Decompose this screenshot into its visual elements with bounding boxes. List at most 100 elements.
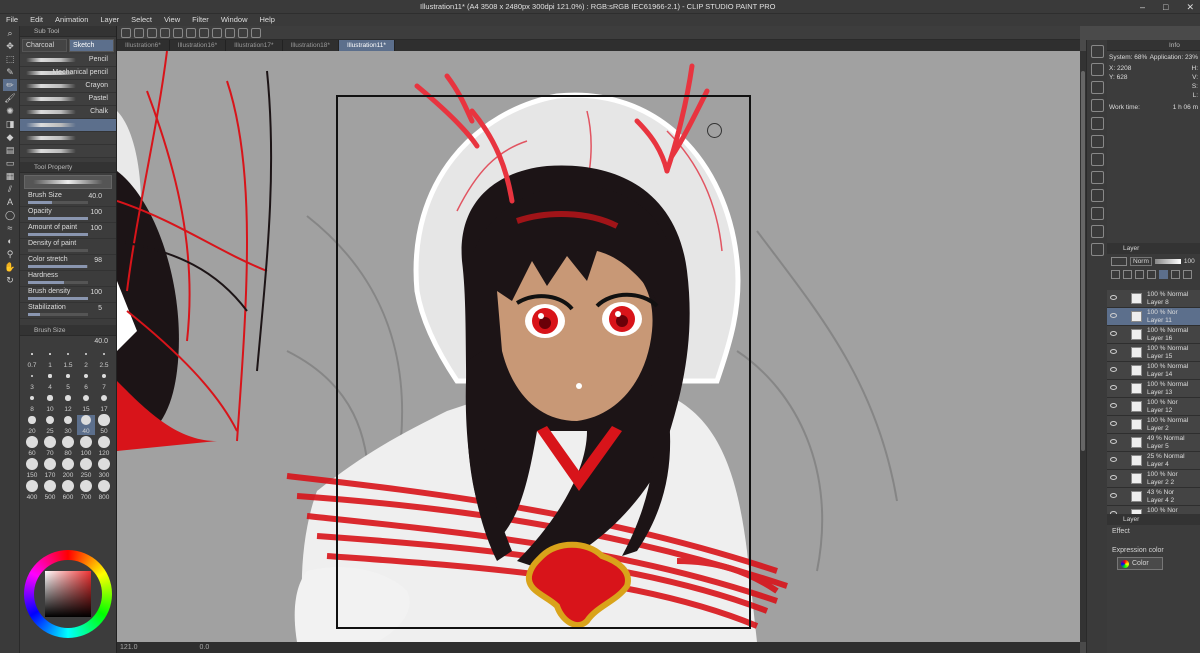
brush-size-preset[interactable]: 150 [23, 458, 41, 479]
brush-size-preset[interactable]: 7 [95, 371, 113, 391]
clip-icon[interactable] [1123, 270, 1132, 279]
color-wheel[interactable] [24, 550, 112, 638]
brush-size-preset[interactable]: 700 [77, 480, 95, 501]
eye-icon[interactable] [1110, 385, 1117, 390]
new-icon[interactable] [121, 27, 131, 38]
menu-select[interactable]: Select [125, 14, 158, 26]
brush-size-preset[interactable]: 120 [95, 436, 113, 457]
invert-selection-icon[interactable] [238, 27, 248, 38]
layer-row[interactable]: 43 % Nor Layer 4 2 [1107, 488, 1200, 506]
brush-size-preset[interactable]: 25 [41, 415, 59, 435]
canvas-area[interactable] [117, 51, 1080, 642]
property-slider[interactable] [28, 249, 88, 252]
brush-size-preset[interactable]: 0.7 [23, 349, 41, 369]
save-icon[interactable] [147, 27, 157, 38]
brush-size-preset[interactable]: 170 [41, 458, 59, 479]
blend-mode-select[interactable]: Norm [1130, 257, 1152, 266]
reference-icon[interactable] [1135, 270, 1144, 279]
brush-size-preset[interactable]: 800 [95, 480, 113, 501]
property-value[interactable]: 98 [94, 257, 102, 264]
brush-size-preset[interactable]: 600 [59, 480, 77, 501]
layer-row[interactable]: 100 % Normal Layer 13 [1107, 380, 1200, 398]
brush-item[interactable] [20, 132, 116, 145]
close-icon[interactable]: ✕ [1186, 2, 1194, 13]
eye-icon[interactable] [1110, 439, 1117, 444]
open-icon[interactable] [134, 27, 144, 38]
document-tab[interactable]: Illustration11* [338, 40, 395, 51]
brush-size-preset[interactable]: 500 [41, 480, 59, 501]
rotation-value[interactable]: 0.0 [199, 644, 209, 651]
zoom-value[interactable]: 121.0 [120, 644, 138, 651]
menu-edit[interactable]: Edit [24, 14, 49, 26]
menu-layer[interactable]: Layer [94, 14, 125, 26]
layer-opacity-value[interactable]: 100 [1184, 258, 1195, 265]
eye-icon[interactable] [1110, 493, 1117, 498]
layer-row[interactable]: 100 % Normal Layer 15 [1107, 344, 1200, 362]
move-icon[interactable]: ✥ [3, 40, 17, 52]
brush-size-preset[interactable]: 40 [77, 414, 95, 435]
brush-item[interactable] [20, 119, 116, 132]
expression-color-select[interactable]: Color [1117, 557, 1163, 570]
menu-file[interactable]: File [0, 14, 24, 26]
layer-row[interactable]: 100 % Normal Layer 16 [1107, 326, 1200, 344]
zoom-icon[interactable]: ⌕ [3, 27, 17, 39]
eye-icon[interactable] [1110, 475, 1117, 480]
brush-size-preset[interactable]: 60 [23, 436, 41, 457]
property-slider[interactable] [28, 217, 88, 220]
layer-row[interactable]: 100 % Normal Layer 2 [1107, 416, 1200, 434]
brush-size-preset[interactable]: 3 [23, 371, 41, 391]
property-row[interactable]: Amount of paint 100 [20, 223, 116, 239]
color-history-icon[interactable] [1091, 117, 1104, 130]
fill-icon[interactable]: ◆ [3, 131, 17, 143]
layer-row[interactable]: 100 % Nor Layer 11 [1107, 308, 1200, 326]
new-layer-icon[interactable] [1171, 270, 1180, 279]
brush-size-preset[interactable]: 50 [95, 414, 113, 435]
layer-row[interactable]: 100 % Nor Layer 2 2 [1107, 470, 1200, 488]
brush-item[interactable] [20, 145, 116, 158]
info-icon[interactable] [1091, 63, 1104, 76]
brush-size-preset[interactable]: 12 [59, 393, 77, 413]
item-bank-icon[interactable] [1091, 171, 1104, 184]
layer-color-icon[interactable] [1159, 270, 1168, 279]
menu-view[interactable]: View [158, 14, 186, 26]
brush-size-preset[interactable]: 2 [77, 349, 95, 369]
airbrush-icon[interactable]: ✺ [3, 105, 17, 117]
delete-layer-icon[interactable] [1183, 270, 1192, 279]
scrollbar-thumb[interactable] [1081, 71, 1085, 451]
figure-icon[interactable]: ▭ [3, 157, 17, 169]
layer-opacity-slider[interactable] [1154, 259, 1181, 264]
brush-size-preset[interactable]: 200 [59, 458, 77, 479]
fill-icon[interactable] [199, 27, 209, 38]
document-tab[interactable]: Illustration6* [117, 40, 170, 51]
document-tab[interactable]: Illustration16* [170, 40, 227, 51]
search-layer-icon[interactable] [1091, 189, 1104, 202]
menu-window[interactable]: Window [215, 14, 254, 26]
menu-animation[interactable]: Animation [49, 14, 94, 26]
eye-icon[interactable] [1110, 403, 1117, 408]
property-slider[interactable] [28, 201, 88, 204]
property-value[interactable]: 100 [90, 209, 102, 216]
property-value[interactable]: 100 [90, 289, 102, 296]
layer-row[interactable]: 100 % Nor Layer 12 [1107, 398, 1200, 416]
eye-icon[interactable] [1110, 295, 1117, 300]
layer-row[interactable]: 100 % Normal Layer 14 [1107, 362, 1200, 380]
brush-size-preset[interactable]: 250 [77, 458, 95, 479]
brush-size-preset[interactable]: 1.5 [59, 349, 77, 369]
pen-icon[interactable]: ✎ [3, 66, 17, 78]
brush-size-preset[interactable]: 6 [77, 371, 95, 391]
minimize-icon[interactable]: – [1140, 2, 1145, 13]
property-slider[interactable] [28, 233, 88, 236]
property-row[interactable]: Opacity 100 [20, 207, 116, 223]
brush-size-preset[interactable]: 17 [95, 393, 113, 413]
property-row[interactable]: Density of paint [20, 239, 116, 255]
brush-size-preset[interactable]: 4 [41, 371, 59, 391]
gradient-icon[interactable]: ▤ [3, 144, 17, 156]
menu-filter[interactable]: Filter [186, 14, 215, 26]
document-tab[interactable]: Illustration18* [283, 40, 339, 51]
brush-size-preset[interactable]: 8 [23, 393, 41, 413]
history-icon[interactable] [1091, 243, 1104, 256]
eye-icon[interactable] [1110, 457, 1117, 462]
layer-row[interactable]: 49 % Normal Layer 5 [1107, 434, 1200, 452]
eyedropper-icon[interactable]: ⚲ [3, 248, 17, 260]
layer-row[interactable]: 25 % Normal Layer 4 [1107, 452, 1200, 470]
